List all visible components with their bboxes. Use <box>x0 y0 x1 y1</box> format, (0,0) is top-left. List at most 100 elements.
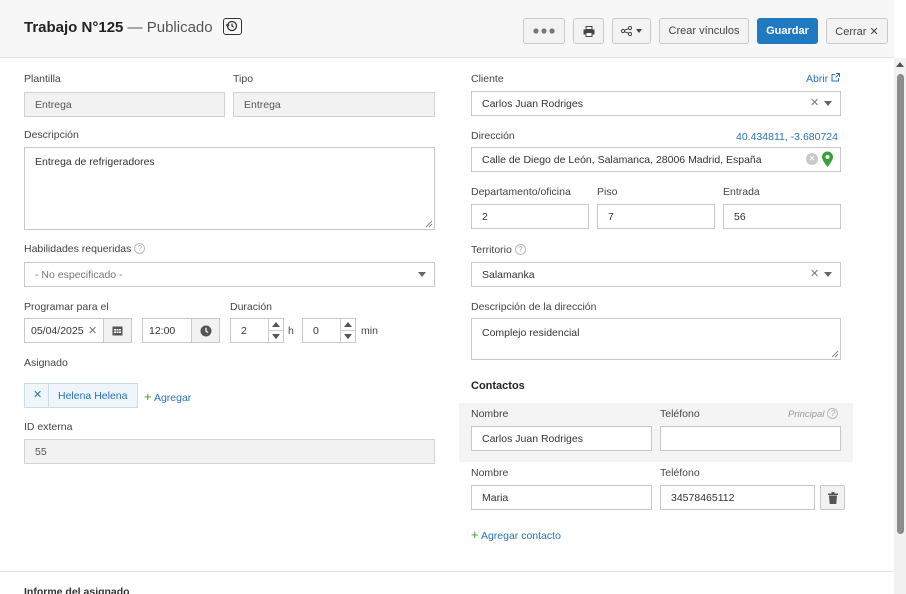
contact-name-input[interactable]: Carlos Juan Rodriges <box>471 426 652 451</box>
template-label: Plantilla <box>24 73 61 85</box>
skills-select[interactable]: - No especificado - <box>24 262 435 287</box>
contact-name-input[interactable]: Maria <box>471 485 652 510</box>
scrollbar-thumb[interactable] <box>897 74 904 534</box>
chevron-down-icon[interactable] <box>824 272 832 277</box>
contacts-heading: Contactos <box>471 380 525 392</box>
add-assignee-link[interactable]: + Agregar <box>144 389 191 404</box>
close-button[interactable]: Cerrar ✕ <box>826 18 888 44</box>
clear-date-icon[interactable]: ✕ <box>88 324 97 337</box>
hours-unit: h <box>288 325 294 337</box>
schedule-time-input[interactable]: 12:00 <box>142 318 192 343</box>
section-divider <box>0 571 894 572</box>
minutes-stepper[interactable] <box>340 319 355 342</box>
address-label: Dirección <box>471 130 515 142</box>
remove-assignee-icon[interactable]: ✕ <box>33 388 42 401</box>
entrance-input[interactable]: 56 <box>723 204 841 229</box>
add-contact-link[interactable]: + Agregar contacto <box>471 527 561 542</box>
address-value: Calle de Diego de León, Salamanca, 28006… <box>482 153 762 166</box>
scroll-up-icon[interactable] <box>896 62 904 67</box>
help-icon[interactable]: ? <box>514 244 526 255</box>
contact-name-label: Nombre <box>471 467 509 479</box>
hours-stepper[interactable] <box>268 319 283 342</box>
clear-client-icon[interactable]: ✕ <box>810 96 819 109</box>
resize-handle-icon[interactable] <box>831 350 839 358</box>
time-button[interactable] <box>191 318 220 343</box>
external-id-field: 55 <box>24 439 435 464</box>
territory-value: Salamanka <box>482 268 535 281</box>
create-links-button[interactable]: Crear vínculos <box>659 18 749 44</box>
coordinates-link[interactable]: 40.434811, -3.680724 <box>736 131 838 143</box>
address-input[interactable]: Calle de Diego de León, Salamanca, 28006… <box>471 147 841 172</box>
assignee-name: Helena Helena <box>58 390 128 402</box>
floor-label: Piso <box>597 186 618 198</box>
contact-name-label: Nombre <box>471 408 509 420</box>
help-icon[interactable]: ? <box>134 243 146 254</box>
clear-address-icon[interactable]: ✕ <box>806 153 818 165</box>
header-bar: Trabajo N°125 — Publicado Crear vínculos… <box>0 0 894 58</box>
resize-handle-icon[interactable] <box>425 220 433 228</box>
territory-label: Territorio? <box>471 244 526 256</box>
type-label: Tipo <box>233 73 254 85</box>
skills-label-text: Habilidades requeridas <box>24 243 132 255</box>
calendar-icon <box>112 326 123 336</box>
description-label: Descripción <box>24 129 79 141</box>
share-button[interactable] <box>612 18 651 44</box>
scrollbar[interactable] <box>894 58 906 594</box>
department-label: Departamento/oficina <box>471 186 571 198</box>
skills-value: - No especificado - <box>35 268 123 281</box>
template-field: Entrega <box>24 92 225 117</box>
share-icon <box>621 26 632 36</box>
job-title: Trabajo N°125 <box>24 19 124 36</box>
delete-contact-button[interactable] <box>820 485 845 510</box>
contact-phone-label: Teléfono <box>660 408 700 420</box>
department-input[interactable]: 2 <box>471 204 589 229</box>
clear-territory-icon[interactable]: ✕ <box>810 267 819 280</box>
description-textarea[interactable]: Entrega de refrigeradores <box>24 147 435 230</box>
plus-icon: + <box>471 527 479 542</box>
territory-label-text: Territorio <box>471 244 512 256</box>
print-button[interactable] <box>573 18 604 44</box>
client-value: Carlos Juan Rodriges <box>482 97 583 110</box>
client-label: Cliente <box>471 73 504 85</box>
principal-label: Principal? <box>788 408 839 420</box>
open-label: Abrir <box>806 73 829 85</box>
chevron-down-icon[interactable] <box>824 101 832 106</box>
address-description-textarea[interactable]: Complejo residencial <box>471 318 841 360</box>
map-pin-icon[interactable] <box>821 151 834 168</box>
duration-minutes-input[interactable]: 0 <box>302 318 356 343</box>
schedule-label: Programar para el <box>24 301 109 313</box>
assignee-chip: ✕ Helena Helena <box>24 383 138 408</box>
calendar-button[interactable] <box>103 318 132 343</box>
client-select[interactable]: Carlos Juan Rodriges ✕ <box>471 91 841 116</box>
address-description-text: Complejo residencial <box>482 327 580 339</box>
more-icon <box>533 28 555 34</box>
external-link-icon <box>831 73 841 82</box>
history-icon[interactable] <box>222 18 242 35</box>
contact-phone-input[interactable]: 34578465112 <box>660 485 815 510</box>
type-field: Entrega <box>233 92 435 117</box>
open-client-link[interactable]: Abrir <box>806 73 841 85</box>
plus-icon: + <box>144 389 152 404</box>
territory-select[interactable]: Salamanka ✕ <box>471 262 841 287</box>
status-label: Publicado <box>146 19 213 36</box>
schedule-date-input[interactable]: 05/04/2025 ✕ <box>24 318 104 343</box>
duration-minutes: 0 <box>313 324 319 337</box>
schedule-date: 05/04/2025 <box>31 324 84 337</box>
contact-phone-input[interactable] <box>660 426 841 451</box>
entrance-label: Entrada <box>723 186 760 198</box>
duration-hours: 2 <box>241 324 247 337</box>
print-icon <box>583 25 594 37</box>
assigned-label: Asignado <box>24 357 68 369</box>
duration-hours-input[interactable]: 2 <box>230 318 284 343</box>
chevron-down-icon <box>636 29 642 33</box>
more-button[interactable] <box>523 18 565 44</box>
skills-label: Habilidades requeridas? <box>24 243 146 255</box>
floor-input[interactable]: 7 <box>597 204 715 229</box>
duration-label: Duración <box>230 301 273 313</box>
minutes-unit: min <box>361 325 378 337</box>
clock-icon <box>200 325 211 336</box>
add-assignee-label: Agregar <box>153 392 192 404</box>
description-text: Entrega de refrigeradores <box>35 156 155 168</box>
help-icon[interactable]: ? <box>827 408 839 419</box>
save-button[interactable]: Guardar <box>757 18 818 44</box>
